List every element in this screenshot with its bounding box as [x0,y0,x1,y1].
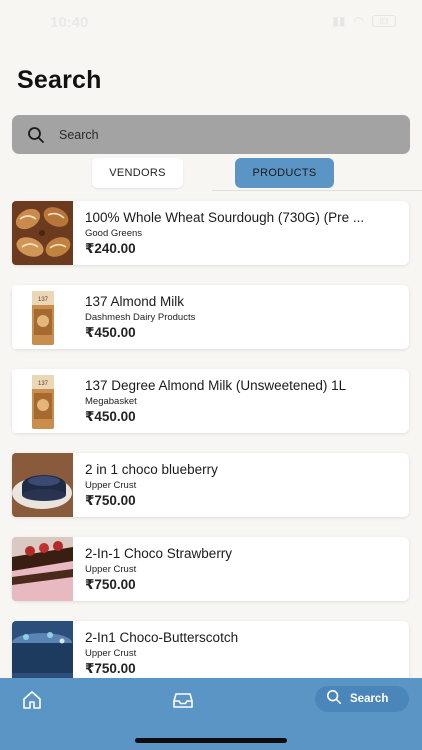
tab-divider [212,190,422,191]
status-indicators: ▮▮ ◠ 83 [332,14,396,28]
product-price: ₹450.00 [85,409,136,424]
product-card[interactable]: 137 137 Degree Almond Milk (Unsweetened)… [12,369,409,433]
product-price: ₹750.00 [85,661,136,676]
page-title: Search [17,66,102,94]
bottom-nav: Search [0,678,422,750]
product-card[interactable]: 100% Whole Wheat Sourdough (730G) (Pre .… [12,201,409,265]
product-vendor: Dashmesh Dairy Products [85,312,196,323]
milk-carton-image: 137 [12,285,73,349]
search-icon [27,126,45,144]
product-name: 2-In-1 Choco Strawberry [85,546,233,561]
product-card[interactable]: 137 137 Almond Milk Dashmesh Dairy Produ… [12,285,409,349]
tab-bar: VENDORS PRODUCTS [0,158,422,190]
product-vendor: Upper Crust [85,564,137,575]
product-price: ₹240.00 [85,241,136,256]
search-icon [326,689,342,710]
product-vendor: Upper Crust [85,648,137,659]
product-card[interactable]: 2 in 1 choco blueberry Upper Crust ₹750.… [12,453,409,517]
product-vendor: Good Greens [85,228,143,239]
product-price: ₹750.00 [85,493,136,508]
product-name: 2-In1 Choco-Butterscotch [85,630,239,645]
bread-image [12,201,73,265]
inbox-icon[interactable] [171,688,195,712]
home-icon[interactable] [20,688,44,712]
product-list[interactable]: 100% Whole Wheat Sourdough (730G) (Pre .… [0,199,422,679]
home-indicator [135,738,287,743]
product-price: ₹450.00 [85,325,136,340]
product-name: 100% Whole Wheat Sourdough (730G) (Pre .… [85,210,365,225]
product-name: 137 Almond Milk [85,294,185,309]
cake-image [12,621,73,679]
nav-search-label: Search [350,693,389,705]
product-vendor: Megabasket [85,396,137,407]
svg-text:137: 137 [38,297,49,303]
product-card[interactable]: 2-In1 Choco-Butterscotch Upper Crust ₹75… [12,621,409,679]
tab-products[interactable]: PRODUCTS [235,158,334,188]
signal-icon: ▮▮ [332,14,346,28]
cake-image [12,453,73,517]
cake-image [12,537,73,601]
product-card[interactable]: 2-In-1 Choco Strawberry Upper Crust ₹750… [12,537,409,601]
search-bar[interactable] [12,115,410,154]
tab-vendors[interactable]: VENDORS [92,158,183,188]
nav-search-button[interactable]: Search [315,686,409,712]
svg-text:137: 137 [38,381,49,387]
battery-icon: 83 [372,15,396,27]
product-vendor: Upper Crust [85,480,137,491]
product-name: 137 Degree Almond Milk (Unsweetened) 1L [85,378,347,393]
status-time: 10:40 [50,14,89,31]
status-bar: 10:40 ▮▮ ◠ 83 [0,0,422,44]
search-input[interactable] [59,127,359,142]
search-screen: 10:40 ▮▮ ◠ 83 Search VENDORS PRODUCTS [0,0,422,750]
wifi-icon: ◠ [353,14,364,28]
milk-carton-image: 137 [12,369,73,433]
product-name: 2 in 1 choco blueberry [85,462,218,477]
product-price: ₹750.00 [85,577,136,592]
